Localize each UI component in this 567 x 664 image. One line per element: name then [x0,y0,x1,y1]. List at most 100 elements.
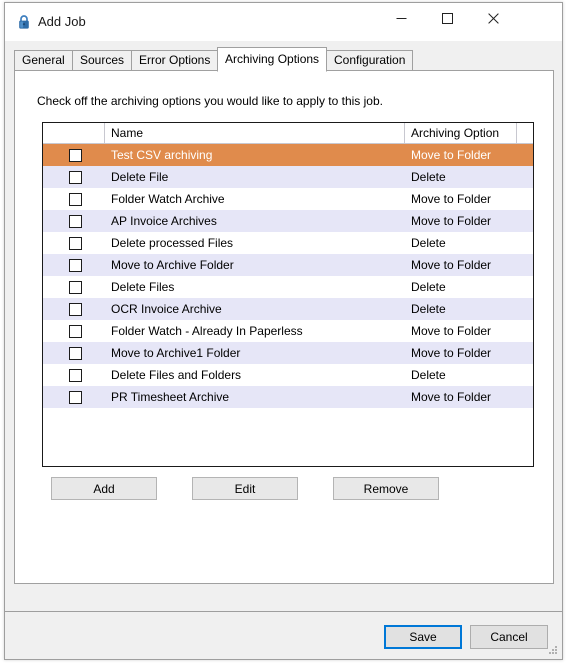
row-filler [517,166,533,188]
tab-error-options[interactable]: Error Options [131,50,219,71]
tab-archiving-options[interactable]: Archiving Options [217,47,328,72]
row-checkbox-cell [43,144,105,166]
tab-label: General [22,53,65,67]
row-checkbox[interactable] [69,258,82,272]
lock-icon [16,14,32,30]
table-row[interactable]: Folder Watch Archive Move to Folder [43,188,533,210]
row-checkbox-cell [43,276,105,298]
grid-header-row: Name Archiving Option [43,123,533,144]
row-name: Test CSV archiving [111,148,213,162]
row-archiving-option: Delete [411,368,446,382]
row-name: Move to Archive1 Folder [111,346,241,360]
row-archiving-option: Move to Folder [411,148,492,162]
row-checkbox-cell [43,166,105,188]
row-archiving-option: Delete [411,170,446,184]
tab-sources[interactable]: Sources [72,50,133,71]
column-header-name[interactable]: Name [105,123,405,143]
archiving-options-grid[interactable]: Name Archiving Option Test CSV archiving… [42,122,534,467]
minimize-icon [396,17,406,19]
row-archiving-option: Delete [411,236,446,250]
close-icon [487,12,499,24]
table-row[interactable]: Delete File Delete [43,166,533,188]
cancel-button[interactable]: Cancel [470,625,548,649]
row-checkbox[interactable] [69,346,82,360]
table-row[interactable]: Folder Watch - Already In Paperless Move … [43,320,533,342]
row-name: Folder Watch - Already In Paperless [111,324,303,338]
row-filler [517,386,533,408]
column-header-checkbox[interactable] [43,123,105,143]
row-filler [517,298,533,320]
row-name: Delete File [111,170,169,184]
table-row[interactable]: OCR Invoice Archive Delete [43,298,533,320]
edit-button[interactable]: Edit [192,477,298,500]
dialog-footer: Save Cancel [5,611,562,659]
row-checkbox[interactable] [69,368,82,382]
row-filler [517,144,533,166]
row-archiving-option: Move to Folder [411,214,492,228]
tab-label: Sources [80,53,125,67]
row-checkbox-cell [43,210,105,232]
table-row[interactable]: Delete Files and Folders Delete [43,364,533,386]
row-name: AP Invoice Archives [111,214,217,228]
row-name: OCR Invoice Archive [111,302,222,316]
tab-general[interactable]: General [14,50,73,71]
row-checkbox-cell [43,364,105,386]
row-checkbox-cell [43,386,105,408]
row-checkbox-cell [43,232,105,254]
row-archiving-option: Move to Folder [411,390,492,404]
tab-strip: General Sources Error Options Archiving Opt… [14,47,554,72]
maximize-icon [441,12,453,24]
title-bar: Add Job [5,3,562,41]
table-row[interactable]: Test CSV archiving Move to Folder [43,144,533,166]
save-button[interactable]: Save [384,625,462,649]
table-row[interactable]: Move to Archive Folder Move to Folder [43,254,533,276]
row-checkbox[interactable] [69,148,82,162]
row-archiving-option: Move to Folder [411,258,492,272]
tab-configuration[interactable]: Configuration [326,50,414,71]
row-archiving-option: Move to Folder [411,346,492,360]
table-row[interactable]: AP Invoice Archives Move to Folder [43,210,533,232]
row-checkbox[interactable] [69,214,82,228]
column-header-filler[interactable] [517,123,533,143]
row-checkbox[interactable] [69,324,82,338]
table-row[interactable]: PR Timesheet Archive Move to Folder [43,386,533,408]
row-checkbox[interactable] [69,236,82,250]
row-checkbox[interactable] [69,170,82,184]
row-filler [517,342,533,364]
row-checkbox[interactable] [69,192,82,206]
remove-button[interactable]: Remove [333,477,439,500]
window-title: Add Job [38,14,86,29]
row-checkbox[interactable] [69,302,82,316]
row-checkbox[interactable] [69,280,82,294]
row-filler [517,364,533,386]
grid-body: Test CSV archiving Move to Folder Delete F… [43,144,533,408]
tab-panel-archiving-options: Check off the archiving options you woul… [14,70,554,584]
row-filler [517,232,533,254]
add-job-dialog: Add Job General Sources Error Options Archi… [4,2,563,660]
table-row[interactable]: Delete processed Files Delete [43,232,533,254]
row-archiving-option: Delete [411,280,446,294]
row-name: Folder Watch Archive [111,192,225,206]
row-name: Delete processed Files [111,236,234,250]
minimize-button[interactable] [378,3,424,33]
tab-label: Configuration [334,53,406,67]
row-name: Delete Files [111,280,175,294]
tab-label: Archiving Options [225,52,320,66]
maximize-button[interactable] [424,3,470,33]
close-button[interactable] [470,3,516,33]
row-checkbox-cell [43,254,105,276]
column-header-archiving-option[interactable]: Archiving Option [405,123,517,143]
row-checkbox[interactable] [69,390,82,404]
table-row[interactable]: Move to Archive1 Folder Move to Folder [43,342,533,364]
row-checkbox-cell [43,188,105,210]
table-row[interactable]: Delete Files Delete [43,276,533,298]
row-checkbox-cell [43,320,105,342]
row-archiving-option: Delete [411,302,446,316]
tab-label: Error Options [139,53,211,67]
add-button[interactable]: Add [51,477,157,500]
resize-grip[interactable] [547,644,559,656]
row-filler [517,320,533,342]
row-name: Delete Files and Folders [111,368,242,382]
row-filler [517,254,533,276]
row-filler [517,210,533,232]
